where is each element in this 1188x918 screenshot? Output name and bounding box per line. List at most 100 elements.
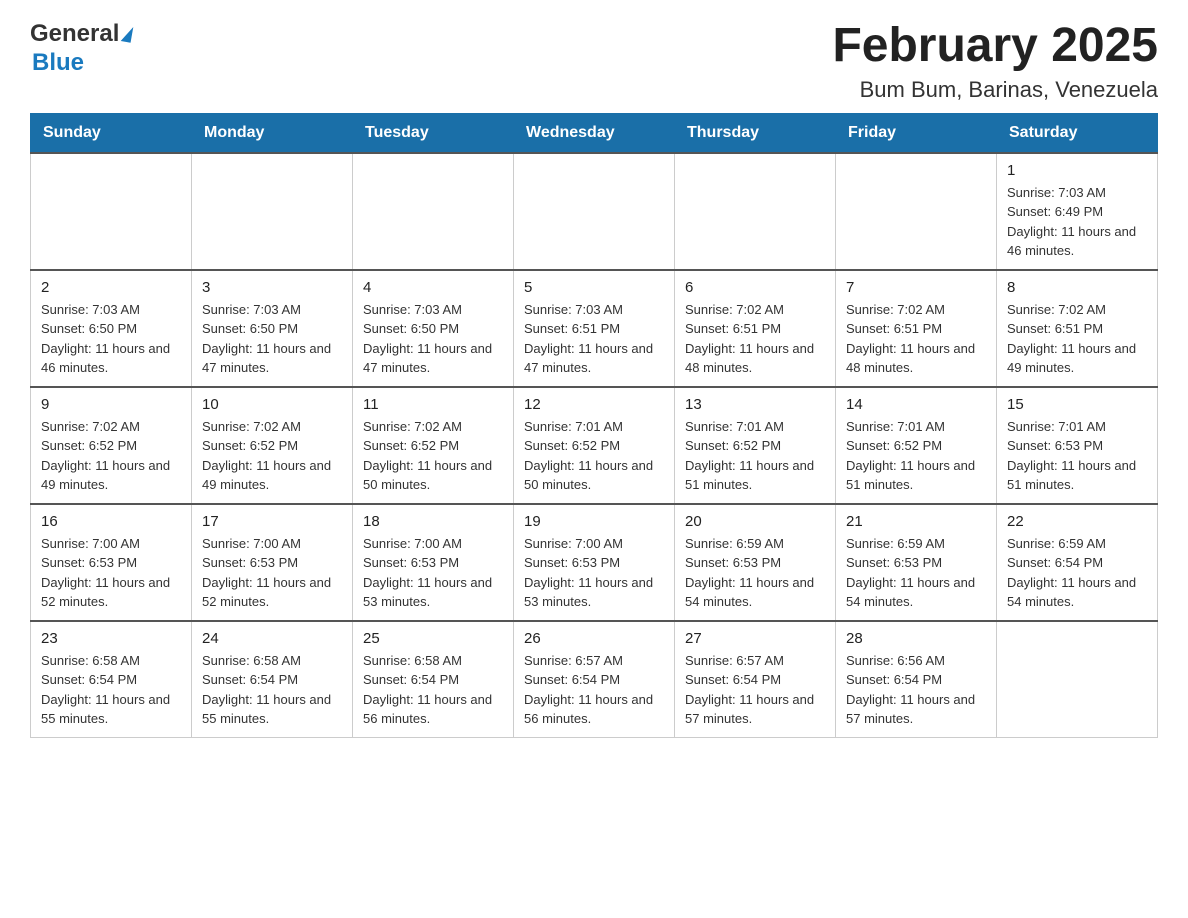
calendar-cell: 5Sunrise: 7:03 AM Sunset: 6:51 PM Daylig… [514,270,675,387]
calendar-cell: 25 Sunrise: 6:58 AM Sunset: 6:54 PM Dayli… [353,621,514,738]
day-info: Sunrise: 7:02 AM Sunset: 6:51 PM Dayligh… [1007,300,1147,378]
day-info: Sunrise: 7:01 AM Sunset: 6:52 PM Dayligh… [524,417,664,495]
logo: General Blue [30,20,132,78]
weekday-header-wednesday: Wednesday [514,113,675,153]
day-info: Sunrise: 7:02 AM Sunset: 6:51 PM Dayligh… [685,300,825,378]
day-info: Sunrise: 6:58 AM Sunset: 6:54 PM Dayligh… [41,651,181,729]
day-number: 7 [846,279,986,296]
calendar-cell: 12 Sunrise: 7:01 AM Sunset: 6:52 PM Dayli… [514,387,675,504]
calendar-cell: 11Sunrise: 7:02 AM Sunset: 6:52 PM Dayli… [353,387,514,504]
day-info: Sunrise: 7:00 AM Sunset: 6:53 PM Dayligh… [202,534,342,612]
day-number: 10 [202,396,342,413]
day-number: 4 [363,279,503,296]
day-number: 28 [846,630,986,647]
day-info: Sunrise: 7:00 AM Sunset: 6:53 PM Dayligh… [524,534,664,612]
day-number: 26 [524,630,664,647]
weekday-header-saturday: Saturday [997,113,1158,153]
day-info: Sunrise: 6:58 AM Sunset: 6:54 PM Dayligh… [202,651,342,729]
calendar-cell: 26 Sunrise: 6:57 AM Sunset: 6:54 PM Dayli… [514,621,675,738]
day-info: Sunrise: 7:00 AM Sunset: 6:53 PM Dayligh… [363,534,503,612]
weekday-header-friday: Friday [836,113,997,153]
calendar-week-4: 16 Sunrise: 7:00 AM Sunset: 6:53 PM Dayli… [31,504,1158,621]
calendar-cell: 1 Sunrise: 7:03 AM Sunset: 6:49 PM Daylig… [997,153,1158,270]
day-number: 1 [1007,162,1147,179]
calendar-table: SundayMondayTuesdayWednesdayThursdayFrid… [30,113,1158,738]
calendar-cell: 19 Sunrise: 7:00 AM Sunset: 6:53 PM Dayli… [514,504,675,621]
day-info: Sunrise: 7:02 AM Sunset: 6:51 PM Dayligh… [846,300,986,378]
calendar-cell: 21 Sunrise: 6:59 AM Sunset: 6:53 PM Dayli… [836,504,997,621]
day-info: Sunrise: 6:57 AM Sunset: 6:54 PM Dayligh… [685,651,825,729]
day-number: 16 [41,513,181,530]
day-number: 25 [363,630,503,647]
calendar-cell: 24 Sunrise: 6:58 AM Sunset: 6:54 PM Dayli… [192,621,353,738]
day-info: Sunrise: 7:03 AM Sunset: 6:51 PM Dayligh… [524,300,664,378]
day-number: 20 [685,513,825,530]
month-title: February 2025 [832,20,1158,73]
day-number: 2 [41,279,181,296]
logo-triangle-icon [121,26,134,43]
calendar-cell: 2 Sunrise: 7:03 AM Sunset: 6:50 PM Daylig… [31,270,192,387]
weekday-header-sunday: Sunday [31,113,192,153]
weekday-header-thursday: Thursday [675,113,836,153]
day-number: 19 [524,513,664,530]
day-info: Sunrise: 6:59 AM Sunset: 6:54 PM Dayligh… [1007,534,1147,612]
calendar-cell: 23 Sunrise: 6:58 AM Sunset: 6:54 PM Dayli… [31,621,192,738]
day-number: 9 [41,396,181,413]
logo-blue-text: Blue [30,49,132,78]
day-number: 15 [1007,396,1147,413]
calendar-cell [192,153,353,270]
day-info: Sunrise: 6:57 AM Sunset: 6:54 PM Dayligh… [524,651,664,729]
calendar-cell [31,153,192,270]
location-text: Bum Bum, Barinas, Venezuela [832,77,1158,103]
day-number: 17 [202,513,342,530]
title-area: February 2025 Bum Bum, Barinas, Venezuel… [832,20,1158,103]
day-info: Sunrise: 7:02 AM Sunset: 6:52 PM Dayligh… [363,417,503,495]
calendar-cell: 14 Sunrise: 7:01 AM Sunset: 6:52 PM Dayli… [836,387,997,504]
day-number: 24 [202,630,342,647]
day-number: 12 [524,396,664,413]
calendar-cell [514,153,675,270]
weekday-header-monday: Monday [192,113,353,153]
calendar-cell: 6 Sunrise: 7:02 AM Sunset: 6:51 PM Daylig… [675,270,836,387]
page-header: General Blue February 2025 Bum Bum, Bari… [30,20,1158,103]
day-number: 8 [1007,279,1147,296]
calendar-cell: 7 Sunrise: 7:02 AM Sunset: 6:51 PM Daylig… [836,270,997,387]
calendar-week-3: 9 Sunrise: 7:02 AM Sunset: 6:52 PM Daylig… [31,387,1158,504]
day-number: 14 [846,396,986,413]
day-info: Sunrise: 7:03 AM Sunset: 6:50 PM Dayligh… [41,300,181,378]
day-info: Sunrise: 6:56 AM Sunset: 6:54 PM Dayligh… [846,651,986,729]
calendar-cell: 13Sunrise: 7:01 AM Sunset: 6:52 PM Dayli… [675,387,836,504]
day-number: 6 [685,279,825,296]
day-info: Sunrise: 7:03 AM Sunset: 6:50 PM Dayligh… [363,300,503,378]
day-number: 3 [202,279,342,296]
day-info: Sunrise: 6:59 AM Sunset: 6:53 PM Dayligh… [685,534,825,612]
calendar-body: 1 Sunrise: 7:03 AM Sunset: 6:49 PM Daylig… [31,153,1158,738]
day-number: 18 [363,513,503,530]
day-number: 27 [685,630,825,647]
day-info: Sunrise: 7:01 AM Sunset: 6:52 PM Dayligh… [685,417,825,495]
calendar-cell: 3Sunrise: 7:03 AM Sunset: 6:50 PM Daylig… [192,270,353,387]
calendar-cell: 22 Sunrise: 6:59 AM Sunset: 6:54 PM Dayli… [997,504,1158,621]
day-info: Sunrise: 6:59 AM Sunset: 6:53 PM Dayligh… [846,534,986,612]
calendar-cell: 9Sunrise: 7:02 AM Sunset: 6:52 PM Daylig… [31,387,192,504]
calendar-cell [997,621,1158,738]
calendar-header: SundayMondayTuesdayWednesdayThursdayFrid… [31,113,1158,153]
day-info: Sunrise: 6:58 AM Sunset: 6:54 PM Dayligh… [363,651,503,729]
day-number: 23 [41,630,181,647]
calendar-cell [675,153,836,270]
calendar-cell [836,153,997,270]
day-info: Sunrise: 7:00 AM Sunset: 6:53 PM Dayligh… [41,534,181,612]
day-info: Sunrise: 7:02 AM Sunset: 6:52 PM Dayligh… [202,417,342,495]
calendar-cell: 27 Sunrise: 6:57 AM Sunset: 6:54 PM Dayli… [675,621,836,738]
day-number: 22 [1007,513,1147,530]
day-info: Sunrise: 7:01 AM Sunset: 6:52 PM Dayligh… [846,417,986,495]
calendar-week-2: 2 Sunrise: 7:03 AM Sunset: 6:50 PM Daylig… [31,270,1158,387]
weekday-header-row: SundayMondayTuesdayWednesdayThursdayFrid… [31,113,1158,153]
calendar-cell: 8 Sunrise: 7:02 AM Sunset: 6:51 PM Daylig… [997,270,1158,387]
day-info: Sunrise: 7:03 AM Sunset: 6:49 PM Dayligh… [1007,183,1147,261]
calendar-cell: 28 Sunrise: 6:56 AM Sunset: 6:54 PM Dayli… [836,621,997,738]
logo-general-text: General [30,20,119,49]
calendar-cell: 15Sunrise: 7:01 AM Sunset: 6:53 PM Dayli… [997,387,1158,504]
day-number: 21 [846,513,986,530]
calendar-cell: 20 Sunrise: 6:59 AM Sunset: 6:53 PM Dayli… [675,504,836,621]
